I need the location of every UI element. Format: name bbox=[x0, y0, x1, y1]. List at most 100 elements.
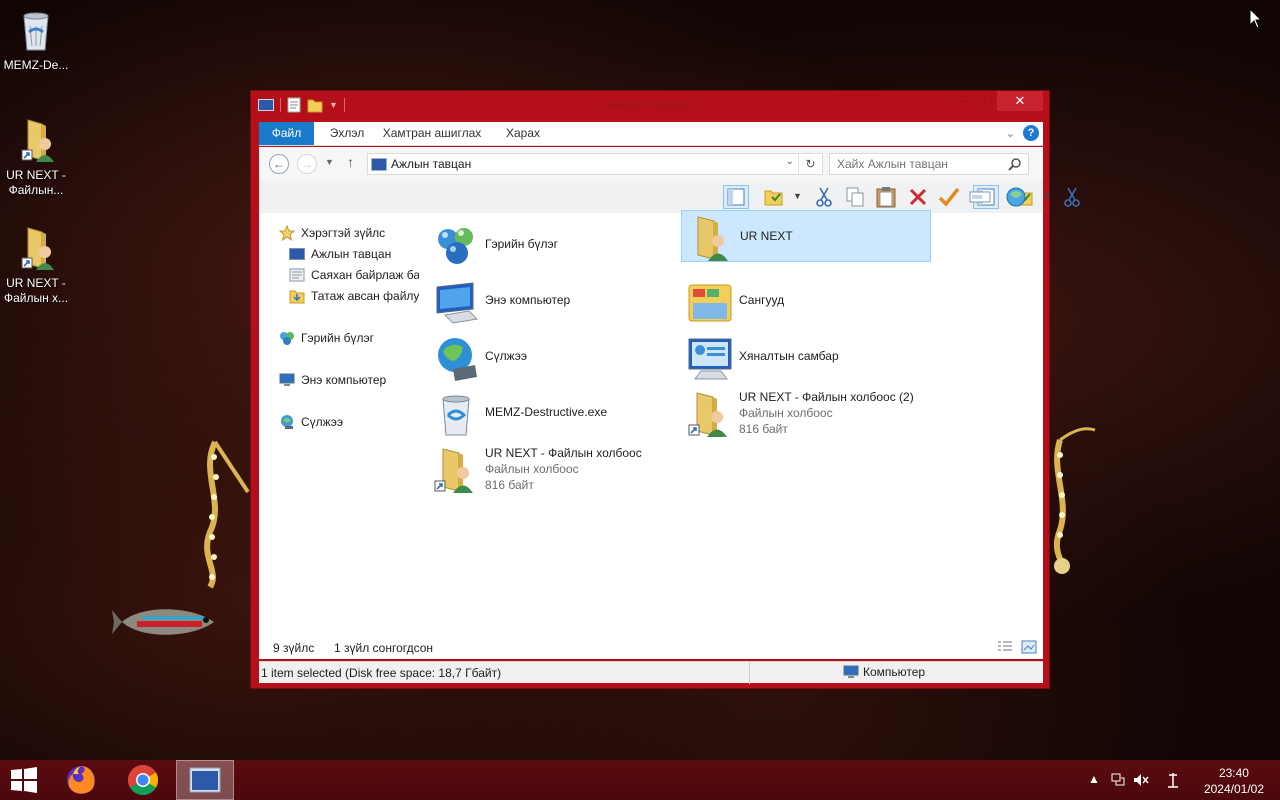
file-name: Хяналтын самбар bbox=[739, 349, 839, 363]
system-clock[interactable]: 23:40 2024/01/02 bbox=[1204, 765, 1264, 797]
nav-item-downloads[interactable]: Татаж авсан файлу bbox=[289, 286, 419, 306]
neon-tetra-fish-decoration bbox=[112, 609, 214, 635]
details-view-icon[interactable] bbox=[997, 640, 1013, 657]
file-explorer-window[interactable]: ▼ Ажлын тавцан — □ ✕ Файл Эхлэл Хамтран … bbox=[250, 90, 1080, 689]
content-area: Хэрэгтэй зүйлс Ажлын тавцан Саяхан байрл… bbox=[259, 210, 1043, 637]
file-item-this-pc[interactable]: Энэ компьютер bbox=[427, 275, 677, 327]
tab-file[interactable]: Файл bbox=[259, 122, 314, 145]
selected-count: 1 зүйл сонгогдсон bbox=[334, 641, 434, 655]
file-list: Гэрийн бүлэг UR NEXT Энэ компьютер Сангу… bbox=[427, 210, 1043, 637]
file-item-network[interactable]: Сүлжээ bbox=[427, 331, 677, 383]
navigation-bar: ← → ▼ ↑ Ажлын тавцан ⌄ ↻ bbox=[259, 147, 1043, 181]
copy-button[interactable] bbox=[842, 185, 868, 209]
cut-button[interactable] bbox=[1059, 185, 1085, 209]
file-name: UR NEXT - Файлын холбоос bbox=[485, 446, 642, 460]
navigation-pane-button[interactable] bbox=[723, 185, 749, 209]
nav-item-label: Сүлжээ bbox=[301, 415, 343, 429]
mouse-cursor-icon bbox=[1249, 8, 1263, 29]
file-item-libraries[interactable]: Сангууд bbox=[681, 275, 931, 327]
minimize-button[interactable]: — bbox=[949, 91, 975, 111]
desktop-icon-recycle-bin[interactable]: MEMZ-De... bbox=[0, 6, 72, 73]
file-name: Гэрийн бүлэг bbox=[485, 237, 559, 251]
tab-home[interactable]: Эхлэл bbox=[321, 122, 373, 145]
recent-locations-icon[interactable]: ▼ bbox=[325, 157, 334, 167]
libraries-icon bbox=[688, 284, 732, 322]
file-item-control-panel[interactable]: Хяналтын самбар bbox=[681, 331, 931, 383]
taskbar-file-explorer[interactable] bbox=[176, 760, 234, 800]
search-icon[interactable] bbox=[1008, 157, 1022, 171]
file-name: Сүлжээ bbox=[485, 349, 527, 363]
user-folder-icon bbox=[697, 216, 728, 261]
taskbar-firefox[interactable] bbox=[52, 760, 110, 800]
network-tray-icon[interactable] bbox=[1110, 772, 1126, 791]
windows-logo-icon bbox=[11, 767, 37, 793]
rename-check-button[interactable] bbox=[936, 185, 962, 209]
desktop-window-icon bbox=[189, 767, 221, 793]
properties-dropdown-icon[interactable]: ▼ bbox=[1043, 191, 1052, 201]
nav-item-desktop[interactable]: Ажлын тавцан bbox=[289, 244, 391, 264]
desktop-location-icon bbox=[371, 157, 387, 171]
computer-icon bbox=[279, 372, 295, 388]
folder-properties-button[interactable] bbox=[761, 185, 787, 209]
item-count: 9 зүйлс bbox=[273, 641, 315, 655]
status-selection-text: 1 item selected (Disk free space: 18,7 Г… bbox=[261, 666, 502, 680]
nav-item-homegroup[interactable]: Гэрийн бүлэг bbox=[279, 328, 374, 348]
nav-item-label: Гэрийн бүлэг bbox=[301, 331, 375, 345]
recent-places-icon bbox=[289, 267, 305, 283]
chrome-icon bbox=[127, 765, 159, 796]
back-button[interactable]: ← bbox=[269, 154, 289, 174]
navigation-pane: Хэрэгтэй зүйлс Ажлын тавцан Саяхан байрл… bbox=[259, 213, 419, 637]
desktop-icon-urnext-shortcut-1[interactable]: UR NEXT - Файлын... bbox=[0, 116, 72, 198]
input-method-icon[interactable] bbox=[1166, 772, 1180, 791]
nav-item-network[interactable]: Сүлжээ bbox=[279, 412, 343, 432]
paste-button[interactable] bbox=[873, 185, 899, 209]
organize-dropdown-icon[interactable]: ▼ bbox=[793, 191, 802, 201]
recycle-bin-icon bbox=[442, 395, 470, 436]
cut-tool-button[interactable] bbox=[811, 185, 837, 209]
downloads-folder-icon bbox=[289, 288, 305, 304]
status-location-label: Компьютер bbox=[863, 665, 926, 679]
clock-time: 23:40 bbox=[1218, 766, 1249, 780]
gold-ribbon-decoration bbox=[1053, 427, 1096, 574]
forward-button[interactable]: → bbox=[297, 154, 317, 174]
close-button[interactable]: ✕ bbox=[997, 91, 1043, 111]
address-bar[interactable]: Ажлын тавцан ⌄ ↻ bbox=[367, 153, 823, 175]
network-icon bbox=[438, 338, 477, 381]
desktop-icon bbox=[289, 246, 305, 262]
star-icon bbox=[279, 225, 295, 241]
large-icons-view-icon[interactable] bbox=[1021, 640, 1037, 657]
file-item-urnext-shortcut[interactable]: UR NEXT - Файлын холбоос Файлын холбоос … bbox=[427, 443, 677, 495]
refresh-button[interactable]: ↻ bbox=[798, 154, 822, 174]
delete-button[interactable] bbox=[905, 185, 931, 209]
file-item-urnext-shortcut-2[interactable]: UR NEXT - Файлын холбоос (2) Файлын холб… bbox=[681, 387, 931, 439]
desktop-icon-urnext-shortcut-2[interactable]: UR NEXT - Файлын х... bbox=[0, 224, 72, 306]
file-item-homegroup[interactable]: Гэрийн бүлэг bbox=[427, 219, 677, 271]
help-icon[interactable]: ? bbox=[1023, 125, 1039, 141]
window-titlebar[interactable]: ▼ Ажлын тавцан — □ ✕ bbox=[251, 91, 1049, 119]
nav-item-this-pc[interactable]: Энэ компьютер bbox=[279, 370, 386, 390]
show-hidden-icons-button[interactable]: ▲ bbox=[1088, 772, 1100, 786]
network-globe-button[interactable] bbox=[1003, 185, 1029, 209]
search-input[interactable] bbox=[830, 154, 1000, 174]
taskbar-chrome[interactable] bbox=[114, 760, 172, 800]
up-button[interactable]: ↑ bbox=[347, 154, 354, 170]
file-size: 816 байт bbox=[739, 422, 788, 436]
rename-button[interactable] bbox=[967, 185, 993, 209]
file-name: UR NEXT bbox=[740, 229, 793, 243]
nav-item-recent-places[interactable]: Саяхан байрлаж ба bbox=[289, 265, 419, 285]
expand-ribbon-icon[interactable]: ⌄ bbox=[1006, 127, 1015, 140]
start-button[interactable] bbox=[0, 760, 48, 800]
volume-muted-icon[interactable] bbox=[1133, 772, 1149, 791]
file-item-urnext-folder[interactable]: UR NEXT bbox=[681, 210, 931, 262]
search-box[interactable] bbox=[829, 153, 1029, 175]
status-bar: 1 item selected (Disk free space: 18,7 Г… bbox=[259, 661, 1043, 684]
recycle-bin-icon bbox=[12, 6, 60, 54]
nav-item-label: Ажлын тавцан bbox=[311, 247, 392, 261]
file-name: Сангууд bbox=[739, 293, 785, 307]
nav-item-favorites[interactable]: Хэрэгтэй зүйлс bbox=[279, 223, 385, 243]
tab-share[interactable]: Хамтран ашиглах bbox=[379, 122, 485, 145]
address-dropdown-icon[interactable]: ⌄ bbox=[786, 156, 794, 167]
folder-user-shortcut-icon bbox=[12, 116, 60, 164]
tab-view[interactable]: Харах bbox=[499, 122, 547, 145]
file-item-memz-exe[interactable]: MEMZ-Destructive.exe bbox=[427, 387, 677, 439]
